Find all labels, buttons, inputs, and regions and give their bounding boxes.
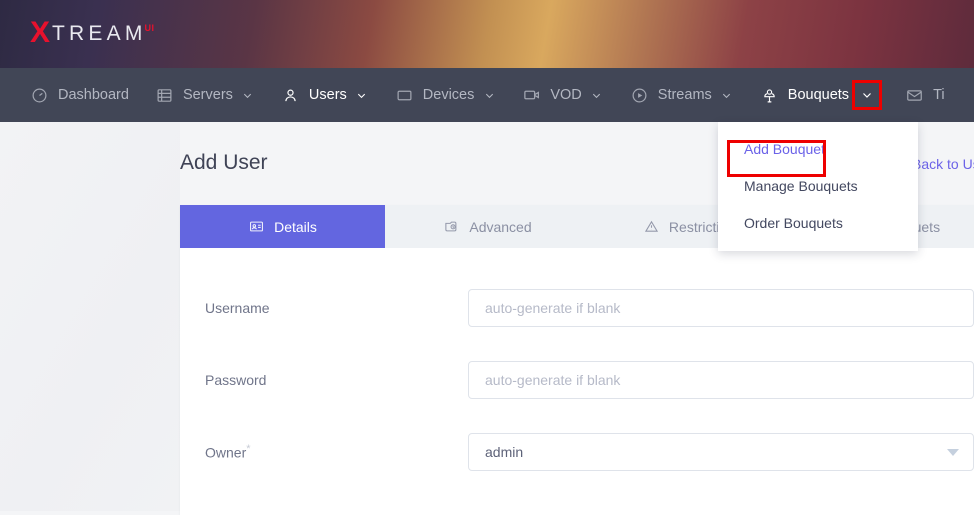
- advanced-gear-icon: [443, 218, 460, 235]
- nav-label-dashboard: Dashboard: [58, 87, 129, 103]
- left-gutter: [0, 122, 180, 511]
- password-input[interactable]: auto-generate if blank: [468, 361, 974, 399]
- chevron-down-icon-owner[interactable]: [947, 449, 959, 456]
- tab-label-details: Details: [274, 218, 317, 235]
- menu-item-order-bouquets[interactable]: Order Bouquets: [718, 204, 918, 241]
- nav-label-users: Users: [308, 87, 347, 103]
- menu-item-add-bouquet[interactable]: Add Bouquet: [718, 130, 918, 167]
- nav-item-tickets[interactable]: Ti: [892, 68, 958, 122]
- tab-advanced[interactable]: Advanced: [385, 205, 590, 248]
- tab-details[interactable]: Details: [180, 205, 385, 248]
- logo-wordmark: TREAM: [52, 22, 147, 45]
- nav-label-devices: Devices: [422, 87, 475, 103]
- nav-label-bouquets: Bouquets: [787, 87, 850, 103]
- nav-item-servers[interactable]: Servers: [142, 68, 268, 122]
- nav-label-streams: Streams: [657, 87, 712, 103]
- chevron-down-icon-bouquets[interactable]: [852, 80, 883, 110]
- streams-icon: [630, 86, 649, 105]
- username-input[interactable]: auto-generate if blank: [468, 289, 974, 327]
- logo-superscript: UI: [144, 23, 155, 33]
- username-placeholder: auto-generate if blank: [485, 300, 621, 316]
- owner-select[interactable]: admin: [468, 433, 974, 471]
- nav-item-devices[interactable]: Devices: [382, 68, 510, 122]
- required-marker-owner: *: [246, 443, 251, 456]
- nav-label-servers: Servers: [182, 87, 233, 103]
- chevron-down-icon-vod[interactable]: [590, 88, 604, 102]
- chevron-down-icon-users[interactable]: [355, 88, 369, 102]
- back-to-users-link[interactable]: Back to Users: [912, 156, 974, 172]
- label-text-password: Password: [205, 372, 267, 388]
- servers-icon: [155, 86, 174, 105]
- form-row-username: Username auto-generate if blank: [180, 272, 974, 344]
- users-icon: [281, 86, 300, 105]
- password-placeholder: auto-generate if blank: [485, 372, 621, 388]
- nav-item-streams[interactable]: Streams: [617, 68, 747, 122]
- tickets-icon: [905, 86, 924, 105]
- dashboard-icon: [30, 86, 49, 105]
- chevron-down-icon-servers[interactable]: [241, 88, 255, 102]
- menu-label-add-bouquet: Add Bouquet: [744, 140, 825, 157]
- label-password: Password: [205, 372, 468, 388]
- nav-label-tickets: Ti: [933, 87, 945, 103]
- label-username: Username: [205, 300, 468, 316]
- devices-icon: [395, 86, 414, 105]
- main-navbar: Dashboard Servers Users Devices VOD Stre…: [0, 68, 974, 131]
- details-card-icon: [248, 218, 265, 235]
- brand-header: X TREAM UI: [0, 0, 974, 68]
- nav-item-dashboard[interactable]: Dashboard: [17, 68, 142, 122]
- bouquets-dropdown-menu: Add Bouquet Manage Bouquets Order Bouque…: [718, 122, 918, 251]
- menu-label-order-bouquets: Order Bouquets: [744, 214, 843, 231]
- owner-selected-value: admin: [485, 444, 524, 460]
- nav-item-users[interactable]: Users: [268, 68, 382, 131]
- add-user-card: Details Advanced Restrictions Username a…: [180, 205, 974, 515]
- logo-x-mark: X: [30, 16, 51, 49]
- restrictions-warning-icon: [643, 218, 660, 235]
- label-owner: Owner*: [205, 443, 468, 461]
- menu-item-manage-bouquets[interactable]: Manage Bouquets: [718, 167, 918, 204]
- add-user-form: Username auto-generate if blank Password…: [180, 248, 974, 488]
- tab-label-advanced: Advanced: [469, 218, 532, 235]
- menu-label-manage-bouquets: Manage Bouquets: [744, 177, 858, 194]
- form-row-password: Password auto-generate if blank: [180, 344, 974, 416]
- xtream-logo[interactable]: X TREAM UI: [30, 18, 155, 50]
- chevron-down-icon-streams[interactable]: [720, 88, 734, 102]
- chevron-down-icon-devices[interactable]: [482, 88, 496, 102]
- form-row-owner: Owner* admin: [180, 416, 974, 488]
- nav-item-vod[interactable]: VOD: [509, 68, 616, 122]
- bouquets-icon: [760, 86, 779, 105]
- label-text-username: Username: [205, 300, 270, 316]
- label-text-owner: Owner: [205, 444, 247, 461]
- page-title: Add User: [180, 151, 268, 174]
- nav-item-bouquets[interactable]: Bouquets: [747, 68, 892, 122]
- nav-label-vod: VOD: [550, 87, 582, 103]
- vod-icon: [522, 86, 541, 105]
